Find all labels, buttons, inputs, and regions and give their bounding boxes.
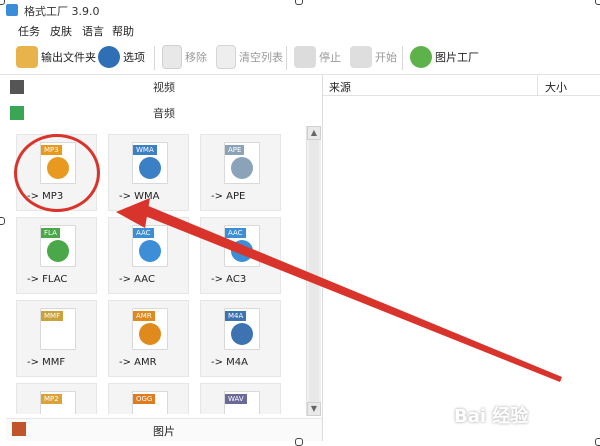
selection-handle xyxy=(595,438,600,446)
annotation-arrow-shaft xyxy=(140,205,562,382)
selection-handle xyxy=(595,0,600,5)
selection-handle xyxy=(295,438,303,446)
selection-handle xyxy=(295,0,303,5)
annotation-arrow xyxy=(116,198,562,382)
watermark: Bai 经验 xyxy=(454,406,529,427)
selection-handle xyxy=(0,217,5,225)
